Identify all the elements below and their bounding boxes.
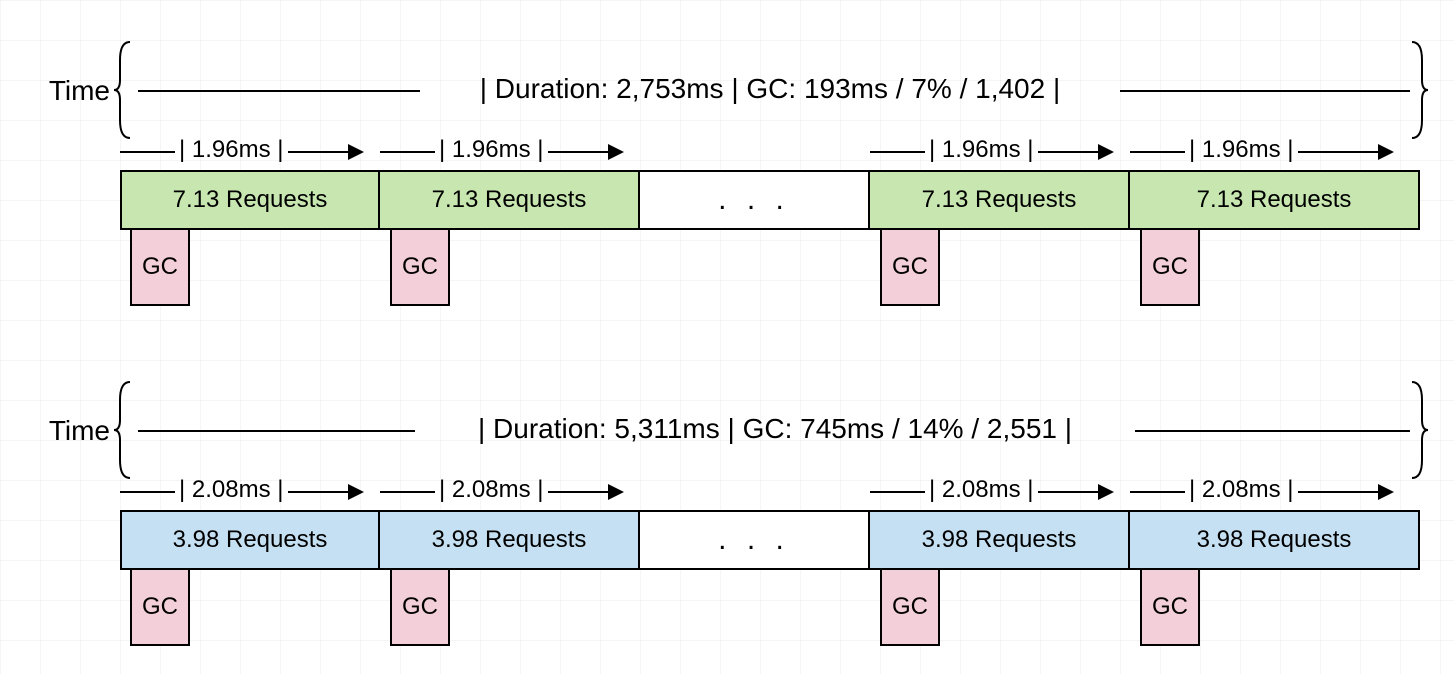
- duration-text-2: | Duration: 5,311ms | GC: 745ms / 14% / …: [415, 413, 1135, 445]
- duration-row-1: | Duration: 2,753ms | GC: 193ms / 7% / 1…: [120, 40, 1430, 140]
- seg-time-2d: | 2.08ms |: [1185, 476, 1298, 504]
- seg-time-2b: | 2.08ms |: [435, 476, 548, 504]
- request-block-2d: 3.98 Requests: [1130, 510, 1420, 570]
- seg-time-1a: | 1.96ms |: [175, 136, 288, 164]
- duration-row-2: | Duration: 5,311ms | GC: 745ms / 14% / …: [120, 380, 1430, 480]
- gc-block-1a: GC: [130, 228, 190, 306]
- arrow-seg-1d: | 1.96ms |: [1130, 140, 1420, 164]
- arrow-head-icon: [348, 484, 364, 500]
- duration-line-1b: [1120, 90, 1410, 92]
- arrow-head-icon: [1378, 144, 1394, 160]
- request-block-2b: 3.98 Requests: [380, 510, 640, 570]
- brace-left-1: [112, 40, 132, 140]
- arrow-head-icon: [1098, 484, 1114, 500]
- arrow-head-icon: [608, 484, 624, 500]
- request-block-1c: 7.13 Requests: [870, 170, 1130, 230]
- ellipsis-block-2: . . .: [640, 510, 870, 570]
- brace-right-1: [1410, 40, 1430, 140]
- arrow-seg-1b: | 1.96ms |: [380, 140, 640, 164]
- gc-row-1: GC GC GC GC: [120, 230, 1430, 300]
- time-label-2: Time: [20, 415, 110, 447]
- duration-line-2b: [1135, 430, 1410, 432]
- gc-block-2b: GC: [390, 568, 450, 646]
- seg-time-2a: | 2.08ms |: [175, 476, 288, 504]
- gc-block-1c: GC: [880, 228, 940, 306]
- arrow-head-icon: [1378, 484, 1394, 500]
- arrow-seg-2b: | 2.08ms |: [380, 480, 640, 504]
- ellipsis-block-1: . . .: [640, 170, 870, 230]
- time-label-1: Time: [20, 75, 110, 107]
- arrow-row-1: | 1.96ms | | 1.96ms | | 1.96ms | | 1.96m…: [120, 130, 1430, 170]
- request-block-1a: 7.13 Requests: [120, 170, 380, 230]
- request-block-1d: 7.13 Requests: [1130, 170, 1420, 230]
- segments-1: | 1.96ms | | 1.96ms | | 1.96ms | | 1.96m…: [120, 130, 1430, 300]
- gc-block-2c: GC: [880, 568, 940, 646]
- gc-block-2d: GC: [1140, 568, 1200, 646]
- duration-line-1a: [138, 90, 420, 92]
- brace-left-2: [112, 380, 132, 480]
- request-block-2a: 3.98 Requests: [120, 510, 380, 570]
- seg-time-1c: | 1.96ms |: [925, 136, 1038, 164]
- segments-2: | 2.08ms | | 2.08ms | | 2.08ms | | 2.08m…: [120, 470, 1430, 640]
- seg-time-1d: | 1.96ms |: [1185, 136, 1298, 164]
- gc-block-2a: GC: [130, 568, 190, 646]
- arrow-seg-1a: | 1.96ms |: [120, 140, 380, 164]
- gc-block-1d: GC: [1140, 228, 1200, 306]
- arrow-seg-2d: | 2.08ms |: [1130, 480, 1420, 504]
- blocks-row-1: 7.13 Requests 7.13 Requests . . . 7.13 R…: [120, 170, 1430, 230]
- seg-time-2c: | 2.08ms |: [925, 476, 1038, 504]
- arrow-seg-2a: | 2.08ms |: [120, 480, 380, 504]
- arrow-head-icon: [608, 144, 624, 160]
- gc-block-1b: GC: [390, 228, 450, 306]
- arrow-head-icon: [348, 144, 364, 160]
- request-block-2c: 3.98 Requests: [870, 510, 1130, 570]
- brace-right-2: [1410, 380, 1430, 480]
- blocks-row-2: 3.98 Requests 3.98 Requests . . . 3.98 R…: [120, 510, 1430, 570]
- arrow-head-icon: [1098, 144, 1114, 160]
- duration-text-1: | Duration: 2,753ms | GC: 193ms / 7% / 1…: [420, 73, 1120, 105]
- request-block-1b: 7.13 Requests: [380, 170, 640, 230]
- arrow-row-2: | 2.08ms | | 2.08ms | | 2.08ms | | 2.08m…: [120, 470, 1430, 510]
- gc-row-2: GC GC GC GC: [120, 570, 1430, 640]
- arrow-seg-1c: | 1.96ms |: [870, 140, 1130, 164]
- arrow-seg-2c: | 2.08ms |: [870, 480, 1130, 504]
- seg-time-1b: | 1.96ms |: [435, 136, 548, 164]
- duration-line-2a: [138, 430, 415, 432]
